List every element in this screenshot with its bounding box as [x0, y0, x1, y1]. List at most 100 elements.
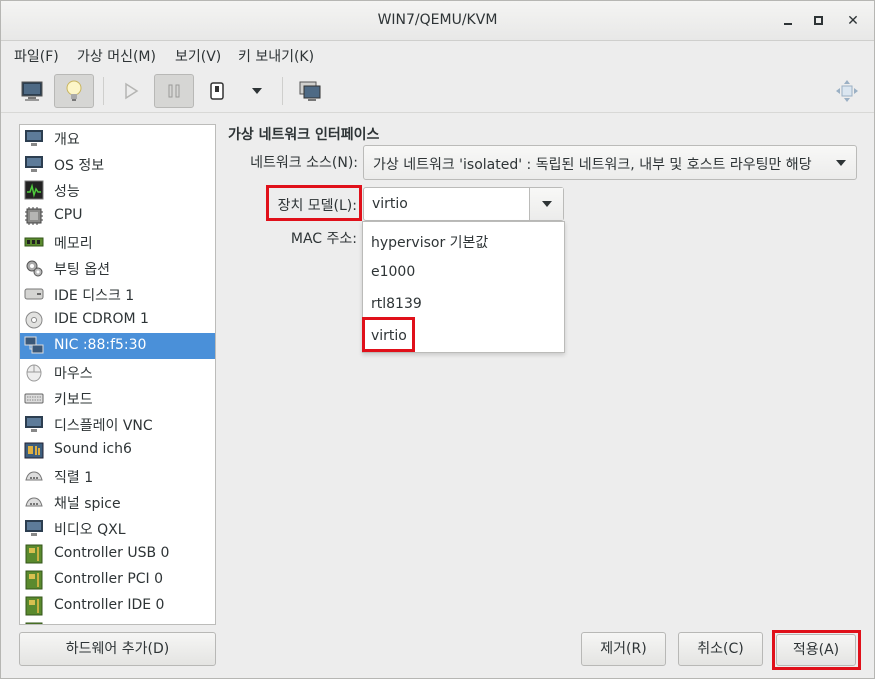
play-icon	[125, 82, 139, 100]
shutdown-button[interactable]	[197, 74, 237, 108]
sidebar-item-video-qxl[interactable]: 비디오 QXL	[20, 515, 215, 541]
sidebar-item-label: NIC :88:f5:30	[54, 337, 147, 353]
sidebar-item-label: CPU	[54, 207, 83, 223]
sidebar-item-label: IDE 디스크 1	[54, 288, 135, 304]
sidebar-item-display-vnc[interactable]: 디스플레이 VNC	[20, 411, 215, 437]
sidebar-item-serial[interactable]: 직렬 1	[20, 463, 215, 489]
console-button[interactable]	[12, 74, 52, 108]
minimize-button[interactable]	[779, 11, 799, 31]
sidebar-item-overview[interactable]: 개요	[20, 125, 215, 151]
chevron-down-icon	[542, 201, 552, 207]
sidebar-item-label: 디스플레이 VNC	[54, 418, 153, 434]
maximize-icon	[814, 16, 823, 25]
sidebar-item-label: 개요	[54, 132, 80, 148]
sidebar-item-label: 메모리	[54, 236, 93, 252]
close-icon: ✕	[847, 13, 859, 29]
pause-button[interactable]	[154, 74, 194, 108]
sidebar-item-controller-pci[interactable]: Controller PCI 0	[20, 567, 215, 593]
snapshot-button[interactable]	[290, 74, 330, 108]
sidebar-item-label: 마우스	[54, 366, 93, 382]
sidebar-item-label: 성능	[54, 184, 80, 200]
monitor-icon	[21, 81, 43, 101]
sidebar-item-label: 채널 spice	[54, 496, 121, 512]
sidebar-item-performance[interactable]: 성능	[20, 177, 215, 203]
model-option-hypervisor-default[interactable]: hypervisor 기본값	[363, 224, 564, 256]
device-model-value: virtio	[372, 196, 408, 212]
remove-button[interactable]: 제거(R)	[581, 632, 666, 666]
add-hardware-button[interactable]: 하드웨어 추가(D)	[19, 632, 216, 666]
sidebar-item-sound[interactable]: Sound ich6	[20, 437, 215, 463]
power-icon	[210, 82, 224, 100]
close-button[interactable]: ✕	[843, 11, 863, 31]
title-bar: WIN7/QEMU/KVM ✕	[1, 1, 874, 41]
sidebar-item-cpu[interactable]: CPU	[20, 203, 215, 229]
sidebar-item-controller-usb[interactable]: Controller USB 0	[20, 541, 215, 567]
sidebar-item-keyboard[interactable]: 키보드	[20, 385, 215, 411]
cdrom-icon	[25, 311, 43, 329]
hardware-list[interactable]: 개요 OS 정보 성능 CPU 메모리 부팅 옵션 IDE 디스크 1 IDE	[19, 124, 216, 625]
monitor-icon	[25, 520, 43, 536]
model-option-rtl8139[interactable]: rtl8139	[363, 288, 564, 320]
details-button[interactable]	[54, 74, 94, 108]
memory-icon	[24, 237, 44, 247]
sidebar-item-label: IDE CDROM 1	[54, 311, 149, 327]
main-window: WIN7/QEMU/KVM ✕ 파일(F) 가상 머신(M) 보기(V) 키 보…	[0, 0, 875, 679]
performance-icon	[24, 180, 44, 200]
sidebar-item-nic[interactable]: NIC :88:f5:30	[20, 333, 215, 359]
network-source-combo[interactable]: 가상 네트워크 'isolated' : 독립된 네트워크, 내부 및 호스트 …	[363, 145, 857, 180]
keyboard-icon	[24, 393, 44, 404]
controller-icon	[25, 544, 43, 564]
minimize-icon	[784, 23, 792, 25]
fullscreen-button[interactable]	[827, 74, 867, 108]
mac-address-label: MAC 주소:	[290, 231, 357, 247]
window-title: WIN7/QEMU/KVM	[377, 12, 498, 28]
sidebar-item-ide-disk[interactable]: IDE 디스크 1	[20, 281, 215, 307]
network-icon	[24, 336, 44, 354]
sidebar-item-ide-cdrom[interactable]: IDE CDROM 1	[20, 307, 215, 333]
cpu-icon	[25, 207, 43, 225]
menu-virtual-machine[interactable]: 가상 머신(M)	[77, 46, 156, 66]
run-button[interactable]	[111, 74, 151, 108]
mouse-icon	[26, 364, 42, 382]
highlight-box	[362, 317, 415, 352]
highlight-box	[266, 185, 362, 221]
toolbar-separator	[103, 77, 104, 105]
sound-icon	[24, 442, 44, 459]
controller-icon	[25, 570, 43, 590]
sidebar-item-label: Sound ich6	[54, 441, 132, 457]
network-source-label: 네트워크 소스(N):	[250, 155, 358, 171]
network-source-value: 가상 네트워크 'isolated' : 독립된 네트워크, 내부 및 호스트 …	[373, 157, 812, 173]
serial-icon	[25, 471, 43, 481]
sidebar-item-channel-spice[interactable]: 채널 spice	[20, 489, 215, 515]
sidebar-item-label: Controller PCI 0	[54, 571, 164, 587]
option-label: e1000	[371, 264, 416, 280]
cancel-button[interactable]: 취소(C)	[678, 632, 763, 666]
sidebar-item-label: 직렬 1	[54, 470, 94, 486]
sidebar-item-controller-ide[interactable]: Controller IDE 0	[20, 593, 215, 619]
menu-view[interactable]: 보기(V)	[175, 46, 221, 66]
model-option-e1000[interactable]: e1000	[363, 256, 564, 288]
sidebar-item-os-info[interactable]: OS 정보	[20, 151, 215, 177]
device-model-dropdown-button[interactable]	[529, 188, 563, 220]
controller-icon	[25, 622, 43, 624]
serial-icon	[25, 497, 43, 507]
maximize-button[interactable]	[809, 11, 829, 31]
monitor-icon	[25, 416, 43, 432]
section-title: 가상 네트워크 인터페이스	[228, 127, 380, 143]
shutdown-menu-button[interactable]	[237, 74, 277, 108]
toolbar-separator	[282, 77, 283, 105]
sidebar-item-memory[interactable]: 메모리	[20, 229, 215, 255]
pause-icon	[168, 84, 180, 98]
disk-icon	[24, 288, 44, 300]
device-model-combo[interactable]: virtio	[363, 187, 564, 221]
gear-icon	[26, 260, 43, 277]
menu-bar: 파일(F) 가상 머신(M) 보기(V) 키 보내기(K)	[1, 41, 874, 69]
sidebar-item-label: OS 정보	[54, 158, 105, 174]
menu-file[interactable]: 파일(F)	[14, 46, 59, 66]
controller-icon	[25, 596, 43, 616]
sidebar-item-boot-options[interactable]: 부팅 옵션	[20, 255, 215, 281]
sidebar-item-mouse[interactable]: 마우스	[20, 359, 215, 385]
highlight-box	[772, 630, 861, 670]
menu-send-key[interactable]: 키 보내기(K)	[238, 46, 314, 66]
chevron-down-icon	[836, 160, 846, 166]
